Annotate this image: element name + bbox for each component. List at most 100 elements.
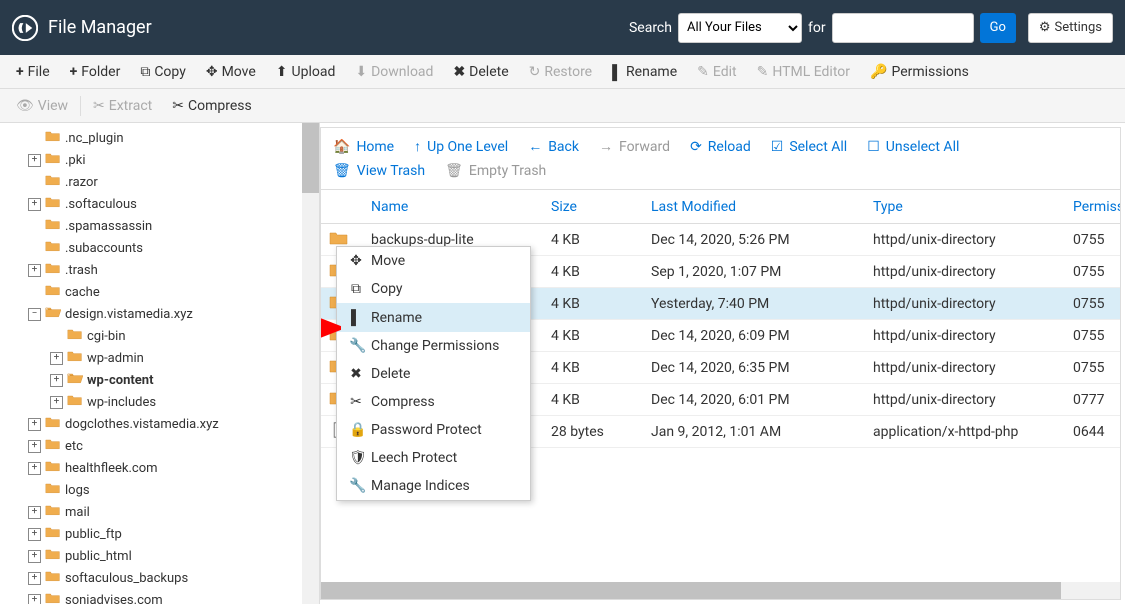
tree-node-label: logs	[65, 483, 90, 498]
context-menu-item[interactable]: ▌Rename	[337, 303, 530, 332]
copy-button[interactable]: ⧉Copy	[130, 55, 196, 89]
menu-item-label: Copy	[371, 281, 403, 297]
folder-button[interactable]: +Folder	[60, 55, 131, 89]
up-one-level-button[interactable]: ↑Up One Level	[414, 138, 508, 155]
cell-mod: Jan 9, 2012, 1:01 AM	[643, 424, 865, 440]
column-size[interactable]: Size	[543, 199, 643, 215]
menu-item-label: Move	[371, 253, 405, 269]
download-button[interactable]: ⬇Download	[345, 55, 443, 89]
view-trash-button[interactable]: 🗑View Trash	[333, 163, 425, 179]
home-button[interactable]: 🏠Home	[333, 138, 394, 155]
column-name[interactable]: Name	[363, 199, 543, 215]
select-all-button[interactable]: ☑Select All	[771, 138, 847, 155]
permissions-button[interactable]: 🔑Permissions	[860, 55, 979, 89]
tree-node[interactable]: logs	[0, 479, 319, 501]
tree-node[interactable]: + wp-content	[0, 369, 319, 391]
html-editor-button[interactable]: ✎HTML Editor	[747, 55, 860, 89]
edit-button[interactable]: ✎Edit	[687, 55, 746, 89]
expander-icon[interactable]: +	[28, 550, 41, 563]
forward-button[interactable]: →Forward	[599, 138, 670, 155]
context-menu-item[interactable]: 🛡Leech Protect	[337, 444, 530, 472]
expander-icon[interactable]: +	[50, 352, 63, 365]
tree-node[interactable]: cache	[0, 281, 319, 303]
empty-trash-button[interactable]: 🗑Empty Trash	[445, 163, 546, 179]
file-button[interactable]: +File	[6, 55, 60, 89]
tree-node[interactable]: cgi-bin	[0, 325, 319, 347]
folder-tree-sidebar[interactable]: .nc_plugin + .pki .razor+.softaculous.spama…	[0, 123, 320, 604]
expander-icon[interactable]: −	[28, 308, 41, 321]
rename-button[interactable]: ▌Rename	[602, 55, 687, 89]
tree-node[interactable]: +public_html	[0, 545, 319, 567]
column-permissions[interactable]: Permissions	[1065, 199, 1120, 215]
expander-icon[interactable]: +	[28, 462, 41, 475]
tree-node[interactable]: +softaculous_backups	[0, 567, 319, 589]
expander-icon[interactable]: +	[50, 396, 63, 409]
expander-icon[interactable]: +	[28, 418, 41, 431]
tree-node[interactable]: + wp-includes	[0, 391, 319, 413]
tree-node[interactable]: .subaccounts	[0, 237, 319, 259]
search-scope-select[interactable]: All Your Files	[678, 13, 802, 43]
delete-button[interactable]: ✖Delete	[443, 55, 518, 89]
sidebar-scrollbar[interactable]	[302, 123, 319, 604]
compress-button[interactable]: ✂Compress	[162, 89, 261, 123]
tree-node[interactable]: +mail	[0, 501, 319, 523]
expander-icon[interactable]: +	[28, 572, 41, 585]
tree-node-label: healthfleek.com	[65, 461, 158, 476]
tree-node[interactable]: − design.vistamedia.xyz	[0, 303, 319, 325]
back-button[interactable]: ←Back	[528, 138, 579, 155]
extract-button[interactable]: ✂Extract	[83, 89, 162, 123]
tree-node[interactable]: .spamassassin	[0, 215, 319, 237]
tree-node[interactable]: +public_ftp	[0, 523, 319, 545]
tree-node-label: .subaccounts	[65, 241, 143, 256]
expander-icon[interactable]: +	[28, 506, 41, 519]
view-button[interactable]: 👁View	[6, 89, 78, 123]
tree-node[interactable]: .nc_plugin	[0, 127, 319, 149]
tree-node-label: design.vistamedia.xyz	[65, 307, 193, 322]
tree-node[interactable]: +etc	[0, 435, 319, 457]
tree-node-label: wp-content	[87, 373, 154, 388]
context-menu-item[interactable]: ⧉Copy	[337, 275, 530, 303]
upload-button[interactable]: ⬆Upload	[266, 55, 346, 89]
context-menu-item[interactable]: 🔧Manage Indices	[337, 472, 530, 500]
column-type[interactable]: Type	[865, 199, 1065, 215]
go-button[interactable]: Go	[980, 13, 1016, 43]
expander-icon[interactable]: +	[28, 264, 41, 277]
context-menu-item[interactable]: ✥Move	[337, 247, 530, 275]
expander-icon[interactable]: +	[28, 154, 41, 167]
download-icon: ⬇	[355, 64, 367, 80]
column-modified[interactable]: Last Modified	[643, 199, 865, 215]
context-menu-item[interactable]: 🔧Change Permissions	[337, 332, 530, 360]
expander-icon[interactable]: +	[28, 594, 41, 604]
menu-item-icon: 🔧	[349, 338, 363, 354]
expander-icon[interactable]: +	[50, 374, 63, 387]
context-menu-item[interactable]: ✂Compress	[337, 388, 530, 416]
expander-icon[interactable]: +	[28, 198, 41, 211]
tree-node[interactable]: +.softaculous	[0, 193, 319, 215]
tree-node-label: .pki	[65, 153, 85, 168]
tree-node[interactable]: + healthfleek.com	[0, 457, 319, 479]
context-menu-item[interactable]: 🔒Password Protect	[337, 416, 530, 444]
reload-icon: ⟳	[690, 139, 702, 155]
cell-size: 4 KB	[543, 264, 643, 280]
cell-perm: 0755	[1065, 360, 1120, 376]
folder-icon	[45, 437, 65, 455]
tree-node[interactable]: +dogclothes.vistamedia.xyz	[0, 413, 319, 435]
restore-button[interactable]: ↻Restore	[519, 55, 602, 89]
context-menu-item[interactable]: ✖Delete	[337, 360, 530, 388]
tree-node[interactable]: +.trash	[0, 259, 319, 281]
search-input[interactable]	[832, 13, 974, 43]
move-button[interactable]: ✥Move	[196, 55, 266, 89]
tree-node[interactable]: .razor	[0, 171, 319, 193]
tree-node[interactable]: +wp-admin	[0, 347, 319, 369]
forward-icon: →	[599, 138, 613, 155]
horizontal-scrollbar[interactable]	[321, 582, 1120, 599]
tree-node[interactable]: +soniadvises.com	[0, 589, 319, 604]
tree-node-label: wp-includes	[87, 395, 156, 410]
expander-icon[interactable]: +	[28, 528, 41, 541]
settings-button[interactable]: ⚙ Settings	[1028, 13, 1113, 43]
reload-button[interactable]: ⟳Reload	[690, 138, 751, 155]
expander-icon[interactable]: +	[28, 440, 41, 453]
context-menu[interactable]: ✥Move⧉Copy▌Rename🔧Change Permissions✖Del…	[336, 246, 531, 501]
unselect-all-button[interactable]: ☐Unselect All	[867, 138, 959, 155]
tree-node[interactable]: + .pki	[0, 149, 319, 171]
